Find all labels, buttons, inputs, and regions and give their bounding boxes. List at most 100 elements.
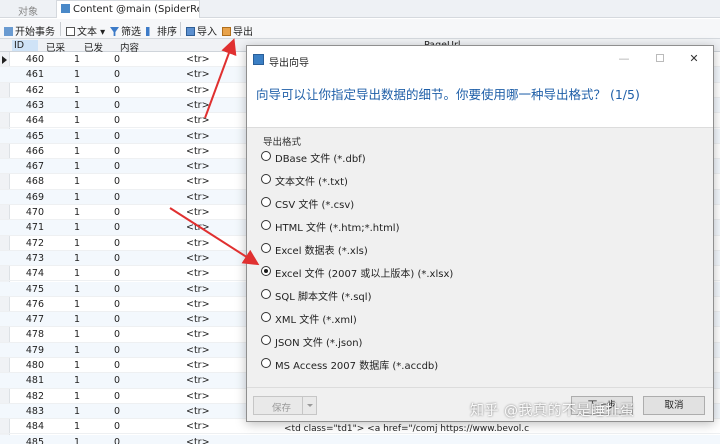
cell-content[interactable]: <tr> xyxy=(186,329,210,340)
cell-picked[interactable]: 1 xyxy=(60,192,80,203)
export-format-option[interactable]: SQL 脚本文件 (*.sql) xyxy=(261,286,561,304)
cell-id[interactable]: 472 xyxy=(12,238,44,249)
close-icon[interactable]: ✕ xyxy=(685,51,703,67)
begin-transaction-button[interactable]: 开始事务 xyxy=(4,23,55,38)
cell-picked[interactable]: 1 xyxy=(60,345,80,356)
cell-picked[interactable]: 1 xyxy=(60,406,80,417)
cell-content[interactable]: <tr> xyxy=(186,131,210,142)
cell-picked[interactable]: 1 xyxy=(60,100,80,111)
cell-id[interactable]: 473 xyxy=(12,253,44,264)
radio-unselected[interactable] xyxy=(261,243,271,253)
radio-unselected[interactable] xyxy=(261,312,271,322)
cell-sent[interactable]: 0 xyxy=(100,100,120,111)
cell-sent[interactable]: 0 xyxy=(100,406,120,417)
cell-id[interactable]: 478 xyxy=(12,329,44,340)
cell-picked[interactable]: 1 xyxy=(60,391,80,402)
cell-sent[interactable]: 0 xyxy=(100,360,120,371)
cell-picked[interactable]: 1 xyxy=(60,131,80,142)
cell-content[interactable]: <tr> xyxy=(186,375,210,386)
cell-id[interactable]: 483 xyxy=(12,406,44,417)
cell-id[interactable]: 477 xyxy=(12,314,44,325)
cell-picked[interactable]: 1 xyxy=(60,161,80,172)
cell-sent[interactable]: 0 xyxy=(100,238,120,249)
cell-content[interactable]: <tr> xyxy=(186,284,210,295)
import-button[interactable]: 导入 xyxy=(186,23,217,38)
radio-unselected[interactable] xyxy=(261,289,271,299)
cell-sent[interactable]: 0 xyxy=(100,375,120,386)
cell-content[interactable]: <tr> xyxy=(186,268,210,279)
cell-picked[interactable]: 1 xyxy=(60,437,80,444)
cell-id[interactable]: 481 xyxy=(12,375,44,386)
cell-content[interactable]: <tr> xyxy=(186,238,210,249)
cell-sent[interactable]: 0 xyxy=(100,69,120,80)
cell-picked[interactable]: 1 xyxy=(60,284,80,295)
cell-picked[interactable]: 1 xyxy=(60,222,80,233)
export-format-option[interactable]: CSV 文件 (*.csv) xyxy=(261,194,561,212)
cell-content[interactable]: <tr> xyxy=(186,406,210,417)
save-button[interactable]: 保存 xyxy=(253,396,317,415)
cell-sent[interactable]: 0 xyxy=(100,176,120,187)
export-format-option[interactable]: MS Access 2007 数据库 (*.accdb) xyxy=(261,355,561,373)
cell-picked[interactable]: 1 xyxy=(60,329,80,340)
radio-unselected[interactable] xyxy=(261,197,271,207)
cell-content[interactable]: <tr> xyxy=(186,85,210,96)
cell-id[interactable]: 467 xyxy=(12,161,44,172)
cell-sent[interactable]: 0 xyxy=(100,421,120,432)
export-format-option[interactable]: DBase 文件 (*.dbf) xyxy=(261,148,561,166)
text-button[interactable]: 文本 ▾ xyxy=(66,23,105,38)
export-format-option[interactable]: JSON 文件 (*.json) xyxy=(261,332,561,350)
cell-sent[interactable]: 0 xyxy=(100,437,120,444)
cell-content[interactable]: <tr> xyxy=(186,176,210,187)
cell-picked[interactable]: 1 xyxy=(60,69,80,80)
cell-picked[interactable]: 1 xyxy=(60,314,80,325)
cell-sent[interactable]: 0 xyxy=(100,345,120,356)
radio-unselected[interactable] xyxy=(261,151,271,161)
cell-content[interactable]: <tr> xyxy=(186,253,210,264)
sort-button[interactable]: 排序 xyxy=(146,23,177,38)
cell-content[interactable]: <tr> xyxy=(186,54,210,65)
column-header-id[interactable]: ID xyxy=(12,40,39,51)
cell-content[interactable]: <tr> xyxy=(186,314,210,325)
cell-sent[interactable]: 0 xyxy=(100,131,120,142)
cell-sent[interactable]: 0 xyxy=(100,146,120,157)
cell-sent[interactable]: 0 xyxy=(100,253,120,264)
cell-content[interactable]: <tr> xyxy=(186,222,210,233)
cell-picked[interactable]: 1 xyxy=(60,176,80,187)
cell-id[interactable]: 469 xyxy=(12,192,44,203)
cell-picked[interactable]: 1 xyxy=(60,238,80,249)
tab-objects[interactable]: 对象 xyxy=(18,3,38,18)
cell-sent[interactable]: 0 xyxy=(100,268,120,279)
filter-button[interactable]: 筛选 xyxy=(110,23,141,38)
cell-id[interactable]: 482 xyxy=(12,391,44,402)
cell-id[interactable]: 476 xyxy=(12,299,44,310)
cell-sent[interactable]: 0 xyxy=(100,222,120,233)
cell-picked[interactable]: 1 xyxy=(60,146,80,157)
cell-id[interactable]: 460 xyxy=(12,54,44,65)
cell-picked[interactable]: 1 xyxy=(60,115,80,126)
cell-id[interactable]: 461 xyxy=(12,69,44,80)
cell-id[interactable]: 466 xyxy=(12,146,44,157)
cell-content[interactable]: <tr> xyxy=(186,345,210,356)
cell-sent[interactable]: 0 xyxy=(100,192,120,203)
cell-picked[interactable]: 1 xyxy=(60,268,80,279)
export-format-option[interactable]: XML 文件 (*.xml) xyxy=(261,309,561,327)
cell-id[interactable]: 480 xyxy=(12,360,44,371)
cell-sent[interactable]: 0 xyxy=(100,314,120,325)
radio-unselected[interactable] xyxy=(261,358,271,368)
radio-unselected[interactable] xyxy=(261,335,271,345)
cell-content[interactable]: <tr> xyxy=(186,69,210,80)
cell-content[interactable]: <tr> xyxy=(186,207,210,218)
cell-id[interactable]: 479 xyxy=(12,345,44,356)
cell-content[interactable]: <tr> xyxy=(186,161,210,172)
cell-content[interactable]: <tr> xyxy=(186,299,210,310)
table-row[interactable]: 485 1 0 <tr> xyxy=(0,434,720,444)
tab-content-main[interactable]: Content @main (SpiderResu... xyxy=(56,0,200,18)
cell-sent[interactable]: 0 xyxy=(100,299,120,310)
cell-picked[interactable]: 1 xyxy=(60,54,80,65)
cell-sent[interactable]: 0 xyxy=(100,207,120,218)
cell-picked[interactable]: 1 xyxy=(60,207,80,218)
cell-picked[interactable]: 1 xyxy=(60,85,80,96)
cell-content[interactable]: <tr> xyxy=(186,437,210,444)
cell-id[interactable]: 485 xyxy=(12,437,44,444)
cell-content[interactable]: <tr> xyxy=(186,391,210,402)
